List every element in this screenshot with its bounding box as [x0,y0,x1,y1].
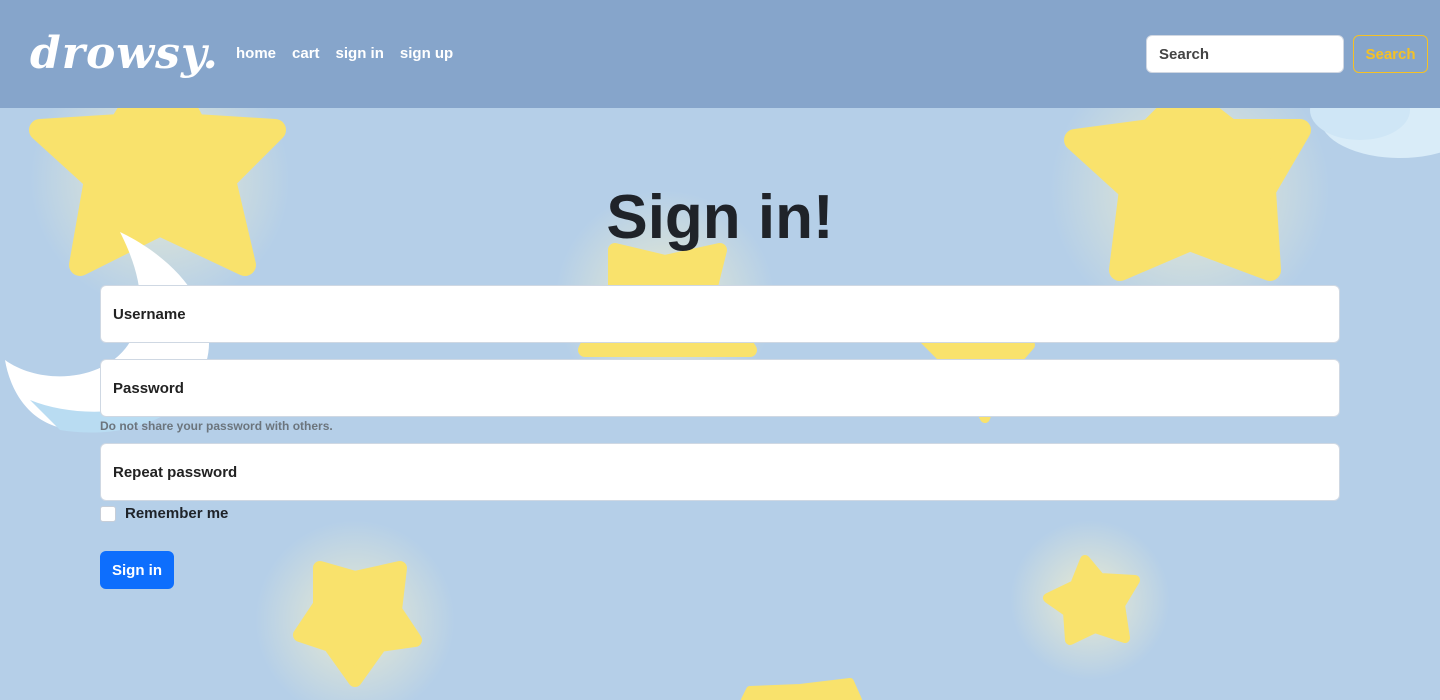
nav-links: home cart sign in sign up [236,44,453,64]
nav-link-home[interactable]: home [236,44,276,64]
nav-link-cart[interactable]: cart [292,44,320,64]
remember-me-checkbox[interactable] [100,505,116,522]
repeat-password-field[interactable] [100,443,1340,501]
search-input[interactable] [1146,35,1344,73]
nav-link-sign-up[interactable]: sign up [400,44,453,64]
sign-in-form: Sign in! Do not share your password with… [0,108,1440,700]
username-field[interactable] [100,285,1340,343]
page-title: Sign in! [606,183,834,252]
brand-logo[interactable]: drowsy. [30,24,219,84]
password-help-text: Do not share your password with others. [100,419,333,433]
sign-in-button[interactable]: Sign in [100,551,174,589]
remember-me-label[interactable]: Remember me [125,505,228,522]
remember-me-row: Remember me [100,505,228,522]
navbar: drowsy. home cart sign in sign up Search [0,0,1440,108]
search-button[interactable]: Search [1353,35,1428,73]
nav-link-sign-in[interactable]: sign in [336,44,384,64]
password-field[interactable] [100,359,1340,417]
